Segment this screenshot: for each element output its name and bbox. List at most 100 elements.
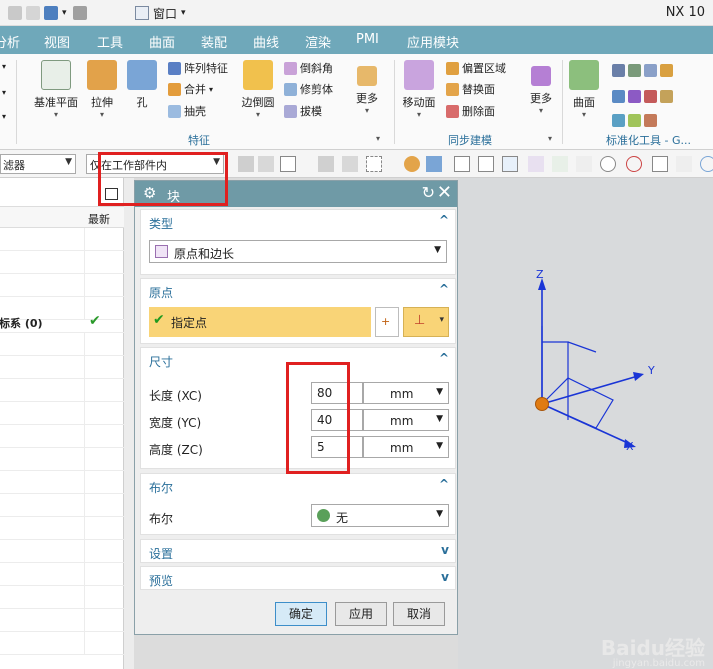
extrude-button[interactable]: 拉伸 ▾ bbox=[86, 60, 118, 119]
left-edge-arrow[interactable]: ▾ bbox=[2, 88, 6, 97]
table-row[interactable] bbox=[0, 356, 124, 379]
paste-icon[interactable] bbox=[26, 6, 40, 20]
length-unit-dropdown[interactable]: mm ▼ bbox=[363, 382, 449, 404]
table-row[interactable] bbox=[0, 609, 124, 632]
tab-pmi[interactable]: PMI bbox=[356, 32, 379, 47]
surface-button[interactable]: 曲面 ▾ bbox=[568, 60, 600, 119]
edge-blend-button[interactable]: 边倒圆 ▾ bbox=[238, 60, 278, 119]
table-row[interactable] bbox=[0, 379, 124, 402]
table-row[interactable] bbox=[0, 228, 124, 251]
sync-more-button[interactable]: 更多 ▾ bbox=[526, 66, 556, 115]
delete-face-button[interactable]: 删除面 bbox=[446, 103, 495, 119]
table-row[interactable] bbox=[0, 333, 124, 356]
latest-column-header[interactable]: 最新 bbox=[88, 211, 110, 227]
cancel-button[interactable]: 取消 bbox=[393, 602, 445, 626]
std-tool-row-3[interactable] bbox=[612, 114, 657, 127]
std-tool-row-1[interactable] bbox=[612, 64, 673, 77]
eraser-icon[interactable] bbox=[72, 6, 87, 20]
rectangle-select-icon[interactable] bbox=[366, 156, 382, 172]
left-edge-arrow[interactable]: ▾ bbox=[2, 62, 6, 71]
feature-more-button[interactable]: 更多 ▾ bbox=[352, 66, 382, 115]
control-point-icon[interactable] bbox=[528, 156, 544, 172]
solid-icon[interactable] bbox=[426, 156, 442, 172]
select-all-icon[interactable] bbox=[280, 156, 296, 172]
apply-button[interactable]: 应用 bbox=[335, 602, 387, 626]
boolean-section-header[interactable]: 布尔 ^ bbox=[141, 474, 455, 498]
reset-icon[interactable]: ↻ bbox=[422, 183, 435, 202]
tab-curve[interactable]: 曲线 bbox=[253, 32, 279, 51]
std-tool-row-2[interactable] bbox=[612, 90, 673, 103]
csys-row[interactable]: 坐标系 (0) ✔ bbox=[0, 310, 124, 333]
origin-point[interactable] bbox=[535, 397, 549, 411]
ok-button[interactable]: 确定 bbox=[275, 602, 327, 626]
snap-icon[interactable] bbox=[238, 156, 254, 172]
settings-section[interactable]: 设置 v bbox=[140, 539, 456, 563]
view-icon[interactable] bbox=[700, 156, 713, 172]
tab-assembly[interactable]: 装配 bbox=[201, 32, 227, 51]
trim-body-button[interactable]: 修剪体 bbox=[284, 81, 333, 97]
boolean-dropdown[interactable]: 无 ▼ bbox=[311, 504, 449, 527]
hole-button[interactable]: 孔 bbox=[126, 60, 158, 110]
height-unit-dropdown[interactable]: mm ▼ bbox=[363, 436, 449, 458]
tab-analysis[interactable]: 分析 bbox=[0, 32, 20, 51]
graphics-window[interactable]: Z Y X bbox=[458, 178, 713, 669]
draft-button[interactable]: 拔模 bbox=[284, 103, 322, 119]
tab-view[interactable]: 视图 bbox=[44, 32, 70, 51]
table-row[interactable] bbox=[0, 540, 124, 563]
mid-point-icon[interactable] bbox=[502, 156, 518, 172]
sync-group-expand[interactable]: ▾ bbox=[548, 134, 552, 143]
table-row[interactable] bbox=[0, 494, 124, 517]
close-icon[interactable]: ✕ bbox=[437, 182, 452, 203]
tab-tools[interactable]: 工具 bbox=[97, 32, 123, 51]
end-point-icon[interactable] bbox=[478, 156, 494, 172]
intersection-icon[interactable] bbox=[552, 156, 568, 172]
table-row[interactable] bbox=[0, 471, 124, 494]
left-edge-arrow[interactable]: ▾ bbox=[2, 112, 6, 121]
panel-splitter[interactable] bbox=[124, 178, 134, 669]
body-select-icon[interactable] bbox=[404, 156, 420, 172]
existing-point-icon[interactable] bbox=[652, 156, 668, 172]
table-row[interactable] bbox=[0, 448, 124, 471]
table-row[interactable] bbox=[0, 563, 124, 586]
quadrant-icon[interactable] bbox=[626, 156, 642, 172]
type-dropdown[interactable]: 原点和边长 ▼ bbox=[149, 240, 447, 263]
table-row[interactable] bbox=[0, 586, 124, 609]
filter-icon[interactable] bbox=[258, 156, 274, 172]
type-section-header[interactable]: 类型 ^ bbox=[141, 210, 455, 234]
table-row[interactable] bbox=[0, 251, 124, 274]
origin-section-header[interactable]: 原点 ^ bbox=[141, 279, 455, 303]
chamfer-button[interactable]: 倒斜角 bbox=[284, 60, 333, 76]
lasso-icon[interactable] bbox=[342, 156, 358, 172]
preview-section[interactable]: 预览 v bbox=[140, 566, 456, 590]
shell-button[interactable]: 抽壳 bbox=[168, 103, 206, 119]
on-curve-icon[interactable] bbox=[676, 156, 692, 172]
table-row[interactable] bbox=[0, 425, 124, 448]
specify-point-row[interactable]: ✔ 指定点 bbox=[149, 307, 371, 337]
table-row[interactable] bbox=[0, 274, 124, 297]
copy-icon[interactable] bbox=[8, 6, 22, 20]
offset-region-button[interactable]: 偏置区域 bbox=[446, 60, 506, 76]
point-on-curve-icon[interactable] bbox=[454, 156, 470, 172]
tangent-icon[interactable] bbox=[576, 156, 592, 172]
datum-plane-button[interactable]: 基准平面 ▾ bbox=[32, 60, 80, 119]
tab-render[interactable]: 渲染 bbox=[305, 32, 331, 51]
unite-button[interactable]: 合并 ▾ bbox=[168, 81, 213, 97]
point-dialog-button[interactable]: + bbox=[375, 307, 399, 337]
connect-icon[interactable] bbox=[318, 156, 334, 172]
replace-face-button[interactable]: 替换面 bbox=[446, 81, 495, 97]
window-menu[interactable]: 窗口 ▾ bbox=[135, 3, 186, 23]
feature-group-expand[interactable]: ▾ bbox=[376, 134, 380, 143]
part-icon[interactable] bbox=[44, 6, 58, 20]
tab-application[interactable]: 应用模块 bbox=[407, 32, 459, 51]
pattern-feature-button[interactable]: 阵列特征 bbox=[168, 60, 228, 76]
table-row[interactable] bbox=[0, 632, 124, 655]
table-row[interactable] bbox=[0, 402, 124, 425]
inferred-point-dropdown[interactable]: ⊥ ▾ bbox=[403, 307, 449, 337]
arc-center-icon[interactable] bbox=[600, 156, 616, 172]
table-row[interactable] bbox=[0, 517, 124, 540]
chevron-down-icon[interactable]: ▾ bbox=[62, 8, 67, 18]
type-filter-dropdown[interactable]: 滤器 ▼ bbox=[0, 154, 76, 174]
tab-surface[interactable]: 曲面 bbox=[149, 32, 175, 51]
move-face-button[interactable]: 移动面 ▾ bbox=[402, 60, 436, 119]
width-unit-dropdown[interactable]: mm ▼ bbox=[363, 409, 449, 431]
